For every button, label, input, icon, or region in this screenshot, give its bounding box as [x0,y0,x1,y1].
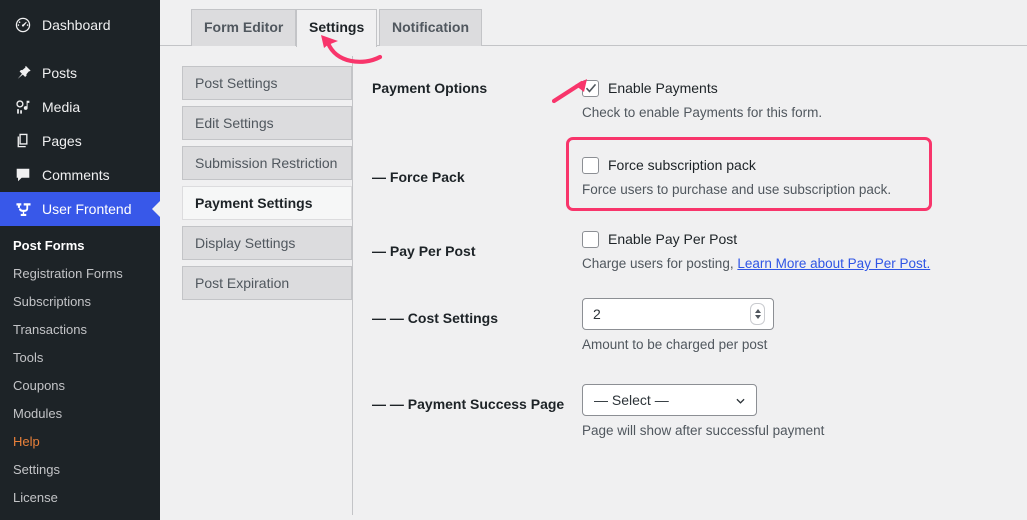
sidebar-item-label: User Frontend [42,201,132,217]
submenu-item-label: Tools [13,350,44,365]
page-body: Form Editor Settings Notification Post S… [160,0,1027,515]
payment-success-page-label: — — Payment Success Page [372,396,565,412]
settings-nav-label: Payment Settings [195,195,313,211]
enable-payments-checkbox[interactable] [582,79,599,97]
tab-form-editor[interactable]: Form Editor [191,9,297,46]
submenu-item-label: Post Forms [13,238,85,253]
pages-icon [13,131,33,151]
sidebar-item-comments[interactable]: Comments [0,158,160,192]
row-payment-options: Payment Options Enable Payments Check to… [372,78,1012,123]
active-menu-pointer [152,201,160,217]
settings-nav-display-settings[interactable]: Display Settings [182,226,352,260]
submenu-item-label: Transactions [13,322,87,337]
submenu-item-label: Help [13,434,40,449]
sidebar-item-pages[interactable]: Pages [0,124,160,158]
comments-icon [13,165,33,185]
enable-pay-per-post-checkbox[interactable] [582,230,599,248]
enable-payments-description: Check to enable Payments for this form. [582,105,823,120]
settings-nav-label: Submission Restriction [195,155,338,171]
settings-nav-edit-settings[interactable]: Edit Settings [182,106,352,140]
tab-notification[interactable]: Notification [379,9,482,46]
submenu-item-label: License [13,490,58,505]
sidebar-item-dashboard[interactable]: Dashboard [0,8,160,42]
submenu-item-label: Coupons [13,378,66,393]
submenu-item-registration-forms[interactable]: Registration Forms [0,260,160,288]
row-payment-success-page: — — Payment Success Page — Select — Page… [372,384,1012,441]
submenu-item-label: Subscriptions [13,294,92,309]
cost-amount-value: 2 [593,306,601,322]
submenu-item-coupons[interactable]: Coupons [0,372,160,400]
cost-settings-label: — — Cost Settings [372,310,499,326]
row-cost-settings: — — Cost Settings 2 Amount to be charged… [372,298,1012,355]
settings-nav-submission-restriction[interactable]: Submission Restriction [182,146,352,180]
settings-nav-label: Display Settings [195,235,296,251]
stepper-down-icon[interactable] [754,315,761,319]
learn-more-pay-per-post-link[interactable]: Learn More about Pay Per Post. [737,256,930,271]
stepper-up-icon[interactable] [754,309,761,313]
submenu-item-post-forms[interactable]: Post Forms [0,232,160,260]
dashboard-icon [13,15,33,35]
pay-per-post-label: — Pay Per Post [372,243,476,259]
settings-nav-label: Post Settings [195,75,278,91]
media-icon [13,97,33,117]
enable-payments-label: Enable Payments [608,80,718,96]
pay-per-post-description: Charge users for posting, Learn More abo… [582,254,1012,274]
check-icon [585,83,596,93]
user-frontend-icon [13,199,33,219]
payment-success-page-select[interactable]: — Select — [582,384,757,416]
cost-amount-input[interactable]: 2 [582,298,774,330]
payment-options-label: Payment Options [372,80,488,96]
tab-label: Notification [392,19,469,35]
enable-payments-row[interactable]: Enable Payments [582,78,1012,98]
submenu-item-settings[interactable]: Settings [0,456,160,484]
sidebar-item-media[interactable]: Media [0,90,160,124]
highlight-rectangle-annotation [566,137,932,211]
submenu-item-help[interactable]: Help [0,428,160,456]
payment-success-page-value: — Select — [594,392,669,408]
submenu-item-label: Modules [13,406,63,421]
force-pack-label: — Force Pack [372,169,465,185]
sidebar-item-label: Dashboard [42,17,111,33]
submenu-item-label: Settings [13,462,60,477]
submenu-item-license[interactable]: License [0,484,160,512]
chevron-down-icon [736,398,745,404]
tab-settings[interactable]: Settings [296,9,378,47]
sidebar-item-user-frontend[interactable]: User Frontend [0,192,160,226]
payment-success-page-description: Page will show after successful payment [582,423,825,438]
settings-nav-label: Edit Settings [195,115,274,131]
settings-nav-payment-settings[interactable]: Payment Settings [182,186,352,220]
sidebar-item-posts[interactable]: Posts [0,56,160,90]
settings-nav-label: Post Expiration [195,275,290,291]
submenu-item-transactions[interactable]: Transactions [0,316,160,344]
row-pay-per-post: — Pay Per Post Enable Pay Per Post Charg… [372,229,1012,274]
sidebar-item-label: Comments [42,167,110,183]
enable-pay-per-post-label: Enable Pay Per Post [608,231,738,247]
submenu-item-tools[interactable]: Tools [0,344,160,372]
admin-sidebar: Dashboard Posts Media Pages Comments Use… [0,0,160,520]
settings-sub-nav: Post Settings Edit Settings Submission R… [182,66,352,306]
pay-per-post-description-text: Charge users for posting, [582,256,734,271]
number-stepper[interactable] [750,303,765,325]
settings-nav-post-expiration[interactable]: Post Expiration [182,266,352,300]
tab-bar: Form Editor Settings Notification [160,0,1027,47]
sidebar-item-label: Pages [42,133,82,149]
submenu-item-subscriptions[interactable]: Subscriptions [0,288,160,316]
tab-label: Settings [309,19,365,35]
tab-label: Form Editor [204,19,284,35]
settings-nav-post-settings[interactable]: Post Settings [182,66,352,100]
vertical-divider [352,56,353,515]
submenu-item-modules[interactable]: Modules [0,400,160,428]
sidebar-item-label: Posts [42,65,78,81]
cost-settings-description: Amount to be charged per post [582,337,768,352]
pin-icon [13,63,33,83]
sidebar-item-label: Media [42,99,81,115]
user-frontend-submenu: Post Forms Registration Forms Subscripti… [0,226,160,520]
submenu-item-label: Registration Forms [13,266,123,281]
enable-pay-per-post-row[interactable]: Enable Pay Per Post [582,229,1012,249]
